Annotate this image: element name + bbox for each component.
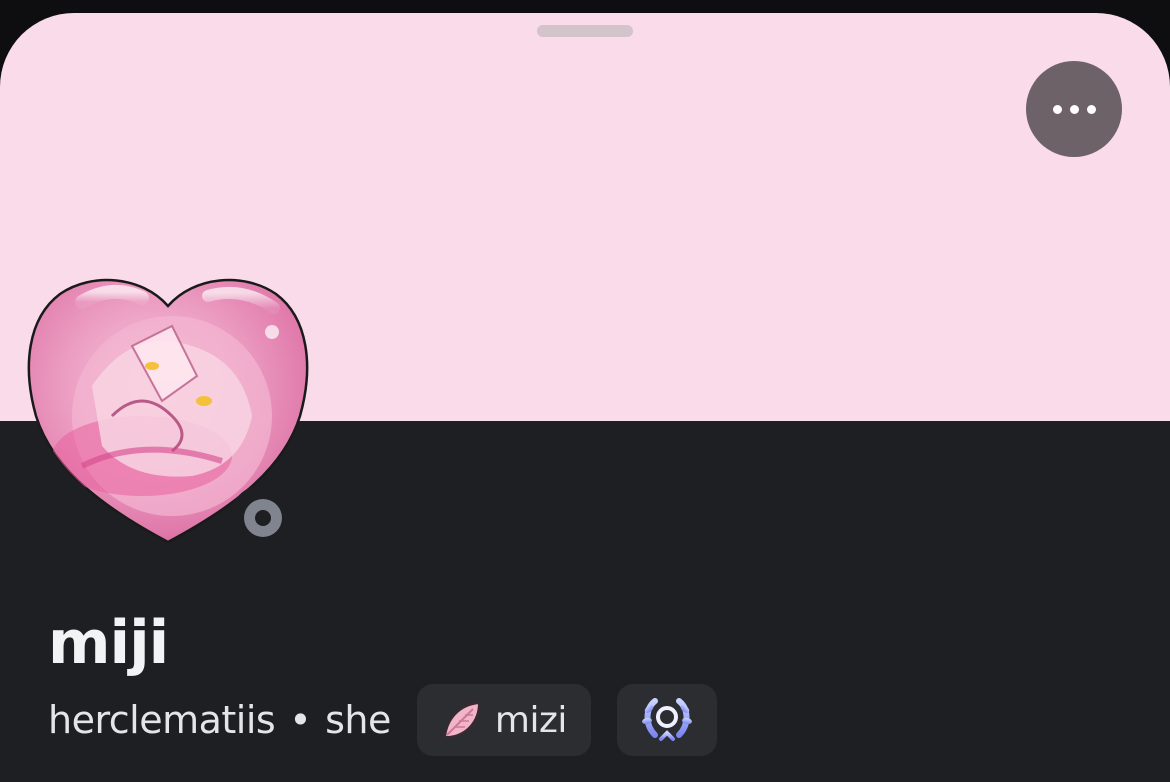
more-options-button[interactable] [1026,61,1122,157]
feather-leaf-icon [443,701,480,738]
ellipsis-dot [1086,104,1096,114]
ellipsis-dot [1069,104,1079,114]
username: herclematiis [48,698,276,742]
profile-meta-row: herclematiis • she mizi [48,684,717,756]
offline-status-icon [244,499,282,537]
display-name: miji [48,608,169,678]
guild-tag-label: mizi [494,699,567,741]
ellipsis-icon [1052,104,1062,114]
laurel-wreath-icon [641,698,692,741]
sheet-drag-handle[interactable] [537,25,633,37]
status-inner [255,510,271,526]
separator: • [289,698,312,742]
pronouns: she [325,698,391,742]
guild-tag-pill[interactable]: mizi [416,684,591,756]
profile-badge[interactable] [616,684,717,756]
status-indicator-offline [230,485,296,551]
